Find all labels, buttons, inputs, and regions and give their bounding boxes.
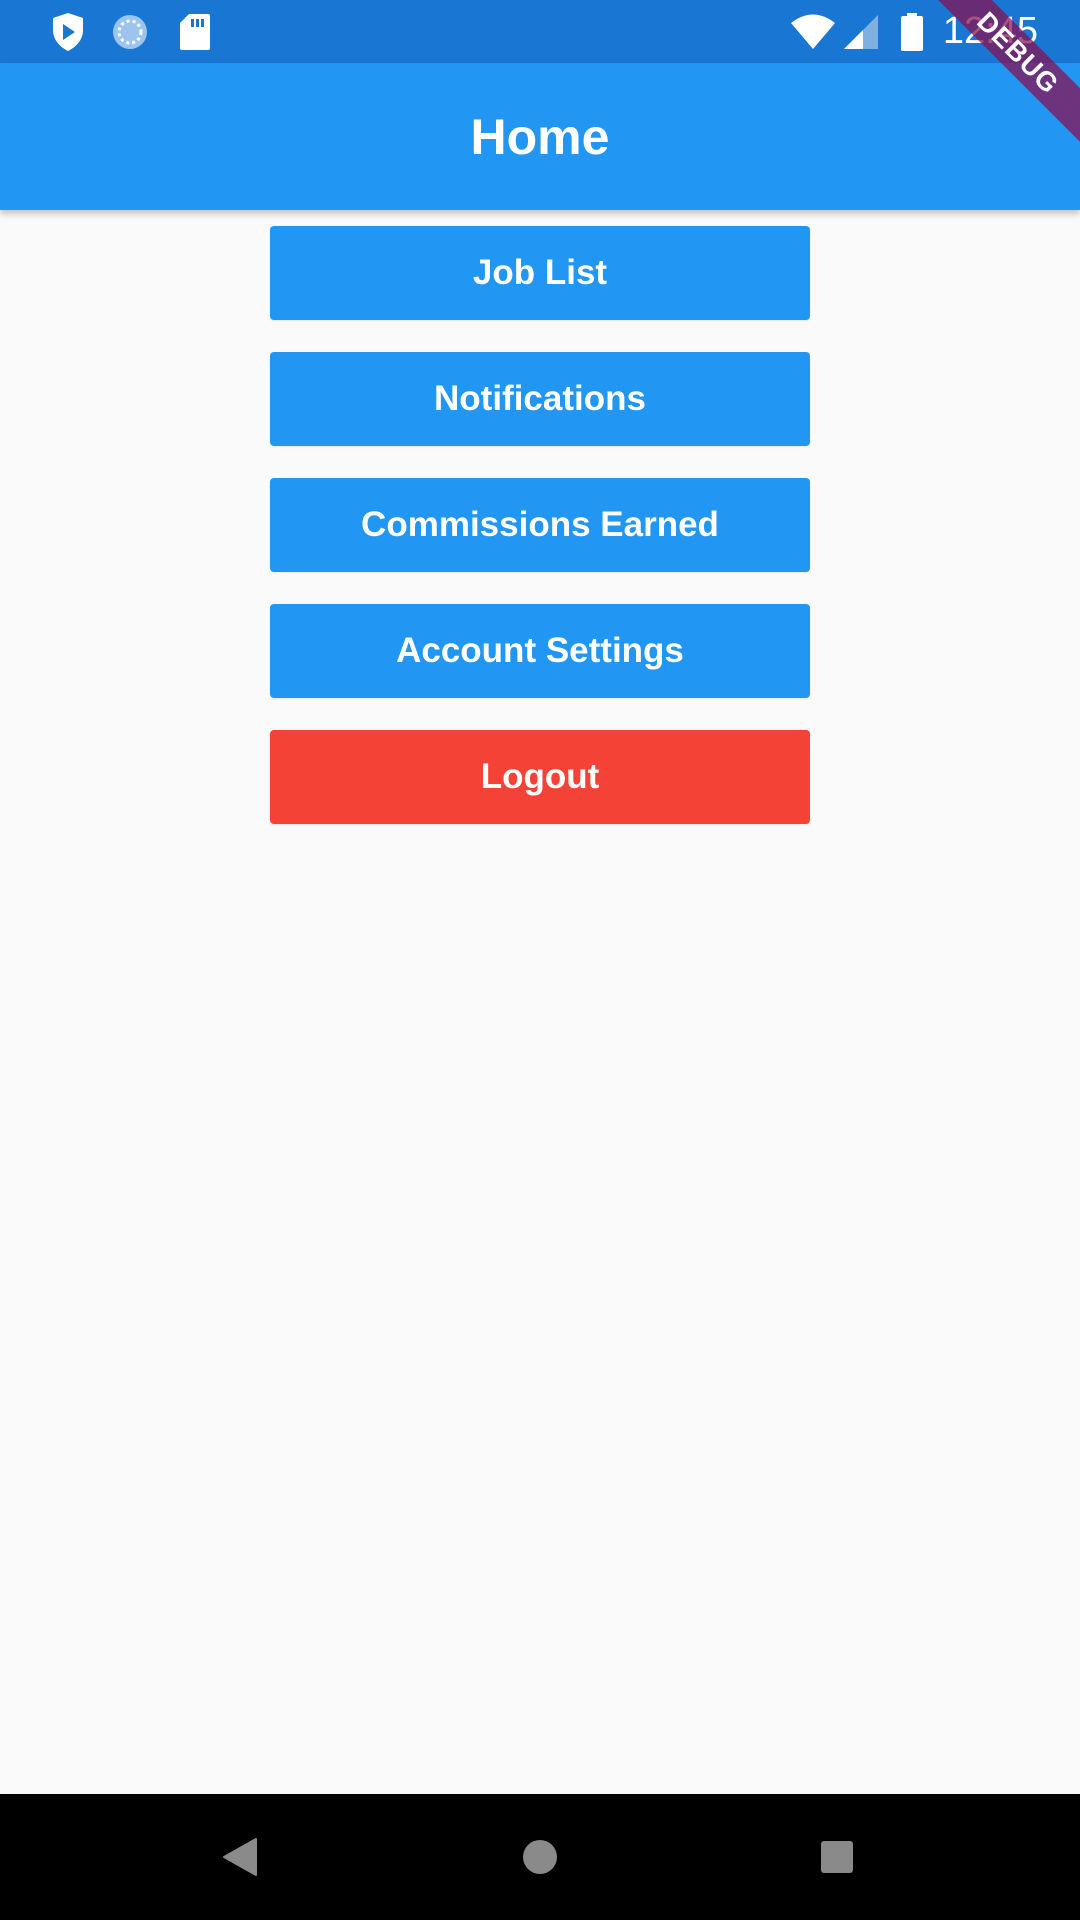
app-bar: Home [0, 63, 1080, 210]
play-protect-icon [50, 12, 86, 52]
home-menu: Job List Notifications Commissions Earne… [270, 226, 810, 856]
signal-icon [843, 12, 879, 52]
account-settings-button[interactable]: Account Settings [270, 604, 810, 698]
notifications-button[interactable]: Notifications [270, 352, 810, 446]
status-bar: 12:45 [0, 0, 1080, 63]
commissions-earned-button[interactable]: Commissions Earned [270, 478, 810, 572]
home-icon[interactable] [510, 1827, 570, 1887]
back-icon[interactable] [210, 1827, 270, 1887]
system-nav-bar [0, 1794, 1080, 1920]
home-screen: 12:45 DEBUG Home Job List Notifications … [0, 0, 1080, 1920]
recents-icon[interactable] [807, 1827, 867, 1887]
wifi-icon [790, 12, 836, 52]
job-list-button[interactable]: Job List [270, 226, 810, 320]
logout-button[interactable]: Logout [270, 730, 810, 824]
battery-icon [898, 12, 926, 52]
sync-icon [110, 12, 150, 52]
page-title: Home [470, 108, 610, 165]
sd-card-icon [178, 12, 212, 52]
